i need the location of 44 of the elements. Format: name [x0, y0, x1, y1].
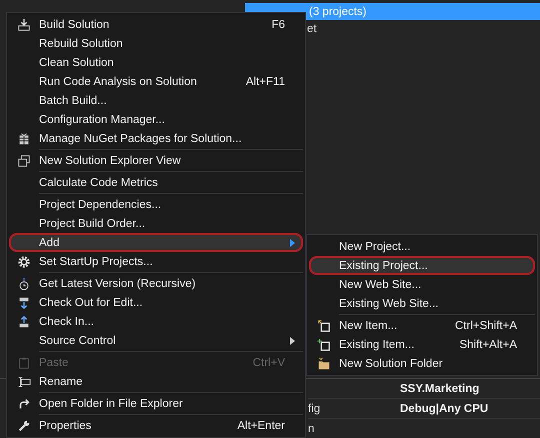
property-name: fig — [308, 402, 320, 414]
menu-item[interactable]: Open Folder in File Explorer — [9, 394, 303, 413]
menu-item[interactable]: Rebuild Solution — [9, 34, 303, 53]
menu-item[interactable]: Calculate Code Metrics — [9, 173, 303, 192]
clock-icon — [17, 276, 31, 290]
menu-item[interactable]: New Solution Folder — [309, 354, 535, 373]
menu-item[interactable]: New Project... — [309, 237, 535, 256]
menu-item[interactable]: Batch Build... — [9, 91, 303, 110]
menu-item[interactable]: Existing Project... — [309, 256, 535, 275]
menu-item[interactable]: Existing Web Site... — [309, 294, 535, 313]
menu-item[interactable]: Run Code Analysis on Solution Alt+F11 — [9, 72, 303, 91]
wrench-icon — [17, 418, 31, 432]
menu-item[interactable]: New Item... Ctrl+Shift+A — [309, 316, 535, 335]
menu-item[interactable]: Configuration Manager... — [9, 110, 303, 129]
menu-item[interactable]: Check In... — [9, 312, 303, 331]
gear-icon — [17, 254, 31, 268]
menu-item[interactable]: Manage NuGet Packages for Solution... — [9, 129, 303, 148]
curved-arrow-icon — [17, 396, 31, 410]
menu-item[interactable]: Check Out for Edit... — [9, 293, 303, 312]
property-value: SSY.Marketing — [400, 382, 480, 394]
up-arrow-icon — [17, 314, 31, 328]
folder-icon — [317, 356, 331, 370]
menu-item[interactable]: Source Control — [9, 331, 303, 350]
menu-item[interactable]: Rename — [9, 372, 303, 391]
property-value: Debug|Any CPU — [400, 402, 488, 414]
menu-item[interactable]: Clean Solution — [9, 53, 303, 72]
menu-item[interactable]: Get Latest Version (Recursive) — [9, 274, 303, 293]
add-item-icon — [317, 338, 331, 352]
down-arrow-icon — [17, 296, 31, 310]
new-item-icon — [317, 318, 331, 332]
download-tray-icon — [17, 18, 31, 32]
text-cursor-icon — [17, 374, 31, 388]
clipboard-icon — [17, 356, 31, 370]
menu-item[interactable]: New Solution Explorer View — [9, 151, 303, 170]
package-icon — [17, 132, 31, 146]
menu-item[interactable]: Properties Alt+Enter — [9, 416, 303, 435]
menu-item[interactable]: Add — [9, 233, 303, 252]
menu-item[interactable]: New Web Site... — [309, 275, 535, 294]
menu-item[interactable]: Project Dependencies... — [9, 195, 303, 214]
menu-item[interactable]: Set StartUp Projects... — [9, 252, 303, 271]
windows-icon — [17, 154, 31, 168]
menu-item[interactable]: Existing Item... Shift+Alt+A — [309, 335, 535, 354]
menu-item[interactable]: Project Build Order... — [9, 214, 303, 233]
property-name: n — [308, 422, 314, 434]
